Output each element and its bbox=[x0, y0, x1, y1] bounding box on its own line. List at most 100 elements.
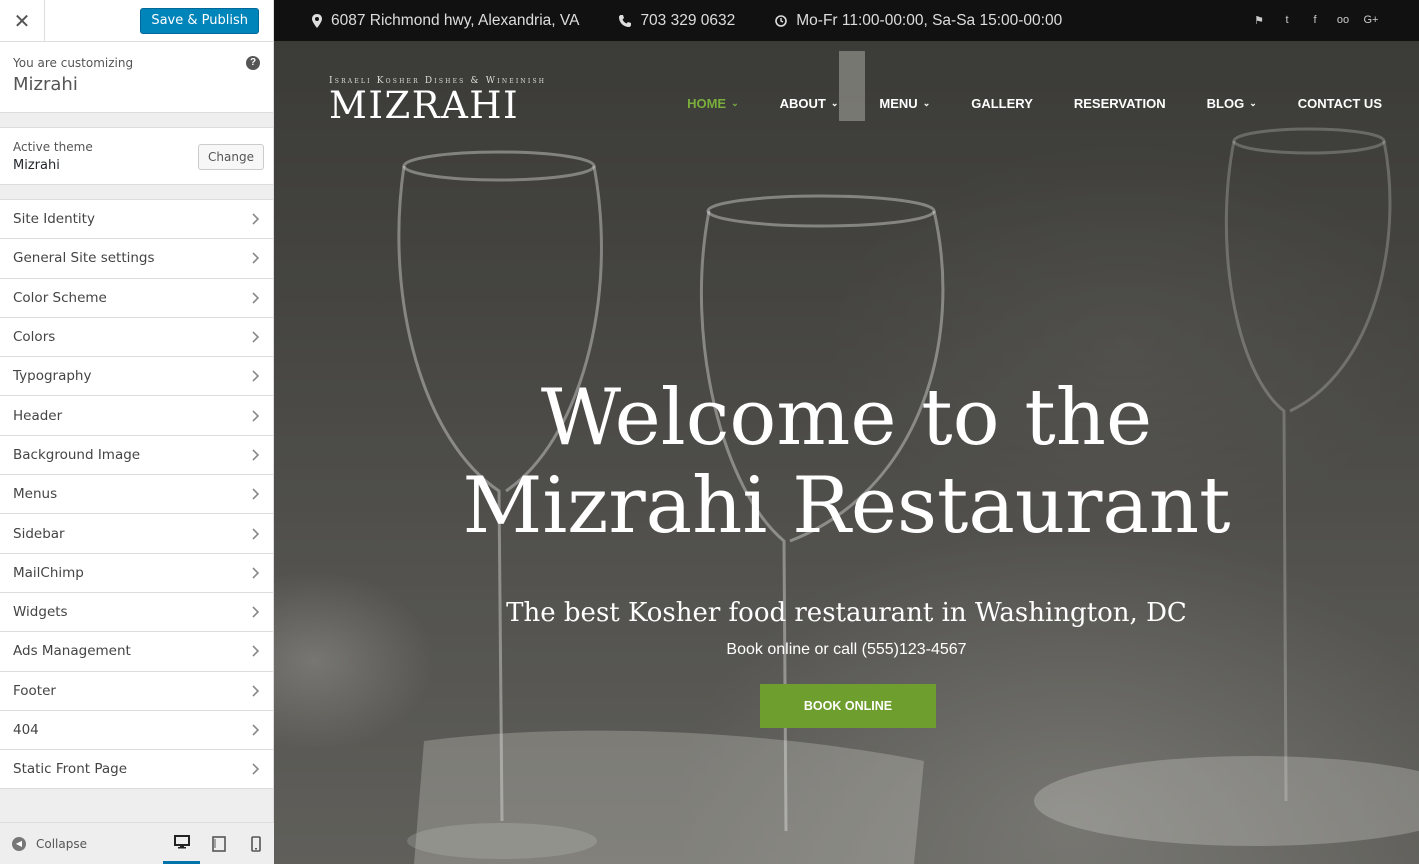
customizing-label: You are customizing bbox=[13, 56, 134, 70]
chevron-right-icon bbox=[252, 685, 260, 697]
hero-headline: Welcome to the Mizrahi Restaurant bbox=[274, 374, 1419, 550]
section-typography[interactable]: Typography bbox=[0, 357, 273, 397]
chevron-right-icon bbox=[252, 724, 260, 736]
customizer-sidebar: ✕ Save & Publish You are customizing Miz… bbox=[0, 0, 274, 864]
chevron-right-icon bbox=[252, 488, 260, 500]
section-sidebar[interactable]: Sidebar bbox=[0, 514, 273, 554]
chevron-right-icon bbox=[252, 252, 260, 265]
device-preview-switcher bbox=[163, 823, 274, 864]
foursquare-icon[interactable]: ⚑ bbox=[1245, 14, 1273, 27]
collapse-button[interactable]: ◀ Collapse bbox=[0, 836, 87, 851]
nav-label: BLOG bbox=[1206, 96, 1245, 111]
phone-item: 703 329 0632 bbox=[619, 12, 735, 30]
collapse-arrow-icon: ◀ bbox=[12, 836, 26, 851]
tripadvisor-icon[interactable]: oo bbox=[1329, 14, 1357, 27]
section-label: Menus bbox=[13, 486, 58, 503]
section-mailchimp[interactable]: MailChimp bbox=[0, 553, 273, 593]
nav-label: RESERVATION bbox=[1073, 96, 1166, 111]
section-header[interactable]: Header bbox=[0, 396, 273, 436]
twitter-icon[interactable]: t bbox=[1273, 14, 1301, 27]
customizer-header: ✕ Save & Publish bbox=[0, 0, 273, 42]
headline-line-1: Welcome to the bbox=[540, 373, 1153, 463]
section-background-image[interactable]: Background Image bbox=[0, 435, 273, 476]
section-color-scheme[interactable]: Color Scheme bbox=[0, 278, 273, 318]
nav-label: HOME bbox=[687, 96, 727, 111]
phone-text: 703 329 0632 bbox=[640, 11, 736, 29]
customizing-info: You are customizing Mizrahi ? bbox=[0, 42, 273, 113]
section-label: Colors bbox=[13, 329, 56, 346]
nav-menu[interactable]: MENU ⌄ bbox=[879, 96, 930, 111]
section-static-front-page[interactable]: Static Front Page bbox=[0, 750, 273, 790]
chevron-right-icon bbox=[252, 449, 260, 461]
chevron-right-icon bbox=[252, 645, 260, 657]
nav-about[interactable]: ABOUT ⌄ bbox=[780, 96, 839, 111]
help-icon[interactable]: ? bbox=[246, 56, 260, 70]
section-label: MailChimp bbox=[13, 564, 84, 581]
customizer-sections: Site Identity General Site settings Colo… bbox=[0, 199, 273, 790]
chevron-down-icon: ⌄ bbox=[830, 98, 839, 108]
site-name: Mizrahi bbox=[13, 74, 78, 95]
nav-contact-us[interactable]: CONTACT US bbox=[1298, 96, 1382, 111]
google-plus-icon[interactable]: G+ bbox=[1357, 14, 1385, 27]
nav-home[interactable]: HOME ⌄ bbox=[687, 96, 739, 111]
site-preview: 6087 Richmond hwy, Alexandria, VA 703 32… bbox=[274, 0, 1419, 864]
section-site-identity[interactable]: Site Identity bbox=[0, 200, 273, 240]
section-menus[interactable]: Menus bbox=[0, 475, 273, 515]
nav-label: MENU bbox=[879, 96, 918, 111]
chevron-down-icon: ⌄ bbox=[731, 98, 739, 108]
clock-icon bbox=[775, 14, 788, 27]
logo-name: MIZRAHI bbox=[329, 84, 520, 127]
section-widgets[interactable]: Widgets bbox=[0, 592, 273, 633]
section-label: Header bbox=[13, 407, 63, 424]
section-label: Typography bbox=[13, 368, 92, 385]
tablet-icon[interactable] bbox=[200, 823, 237, 864]
section-label: Ads Management bbox=[13, 643, 131, 660]
chevron-right-icon bbox=[252, 370, 260, 382]
chevron-down-icon: ⌄ bbox=[1249, 98, 1257, 108]
nav-gallery[interactable]: GALLERY bbox=[971, 96, 1033, 111]
facebook-icon[interactable]: f bbox=[1301, 14, 1329, 27]
chevron-right-icon bbox=[252, 527, 260, 540]
nav-label: CONTACT US bbox=[1297, 96, 1382, 111]
chevron-down-icon: ⌄ bbox=[922, 98, 931, 108]
customizer-footer: ◀ Collapse bbox=[0, 822, 274, 864]
section-ads-management[interactable]: Ads Management bbox=[0, 632, 273, 672]
mobile-icon[interactable] bbox=[237, 823, 274, 864]
phone-icon bbox=[619, 14, 632, 27]
chevron-right-icon bbox=[252, 606, 260, 618]
nav-reservation[interactable]: RESERVATION bbox=[1074, 96, 1166, 111]
chevron-right-icon bbox=[252, 567, 260, 579]
desktop-icon[interactable] bbox=[163, 823, 200, 864]
section-colors[interactable]: Colors bbox=[0, 317, 273, 358]
chevron-right-icon bbox=[252, 763, 260, 775]
section-label: Widgets bbox=[13, 604, 68, 621]
headline-line-2: Mizrahi Restaurant bbox=[462, 461, 1231, 551]
main-navigation: HOME ⌄ ABOUT ⌄ MENU ⌄ GALLERY RESERVATION B… bbox=[646, 96, 1382, 111]
section-label: General Site settings bbox=[13, 250, 155, 267]
nav-label: GALLERY bbox=[971, 96, 1033, 111]
hero-subheadline: The best Kosher food restaurant in Washi… bbox=[506, 598, 1187, 628]
section-label: 404 bbox=[13, 722, 39, 738]
address-item: 6087 Richmond hwy, Alexandria, VA bbox=[312, 12, 579, 30]
section-label: Background Image bbox=[13, 446, 141, 463]
chevron-right-icon bbox=[252, 213, 260, 225]
change-theme-button[interactable]: Change bbox=[198, 144, 264, 170]
site-logo[interactable]: Israeli Kosher Dishes & Wineinish MIZRAH… bbox=[329, 76, 546, 126]
section-404[interactable]: 404 bbox=[0, 710, 273, 751]
collapse-label: Collapse bbox=[36, 836, 87, 851]
chevron-right-icon bbox=[252, 410, 260, 422]
section-label: Static Front Page bbox=[13, 761, 128, 778]
nav-blog[interactable]: BLOG ⌄ bbox=[1207, 96, 1257, 111]
close-icon[interactable]: ✕ bbox=[0, 0, 45, 42]
social-links: ⚑ t f oo G+ bbox=[1245, 14, 1385, 27]
section-label: Color Scheme bbox=[13, 289, 107, 306]
active-theme-panel: Active theme Mizrahi Change bbox=[0, 127, 273, 185]
section-general-site-settings[interactable]: General Site settings bbox=[0, 239, 273, 279]
book-online-button[interactable]: BOOK ONLINE bbox=[760, 684, 936, 728]
hours-item: Mo-Fr 11:00-00:00, Sa-Sa 15:00-00:00 bbox=[775, 12, 1062, 30]
hero-book-text: Book online or call (555)123-4567 bbox=[726, 641, 967, 658]
nav-label: ABOUT bbox=[779, 96, 826, 111]
section-label: Sidebar bbox=[13, 525, 65, 542]
save-publish-button[interactable]: Save & Publish bbox=[140, 8, 259, 34]
section-footer[interactable]: Footer bbox=[0, 671, 273, 711]
